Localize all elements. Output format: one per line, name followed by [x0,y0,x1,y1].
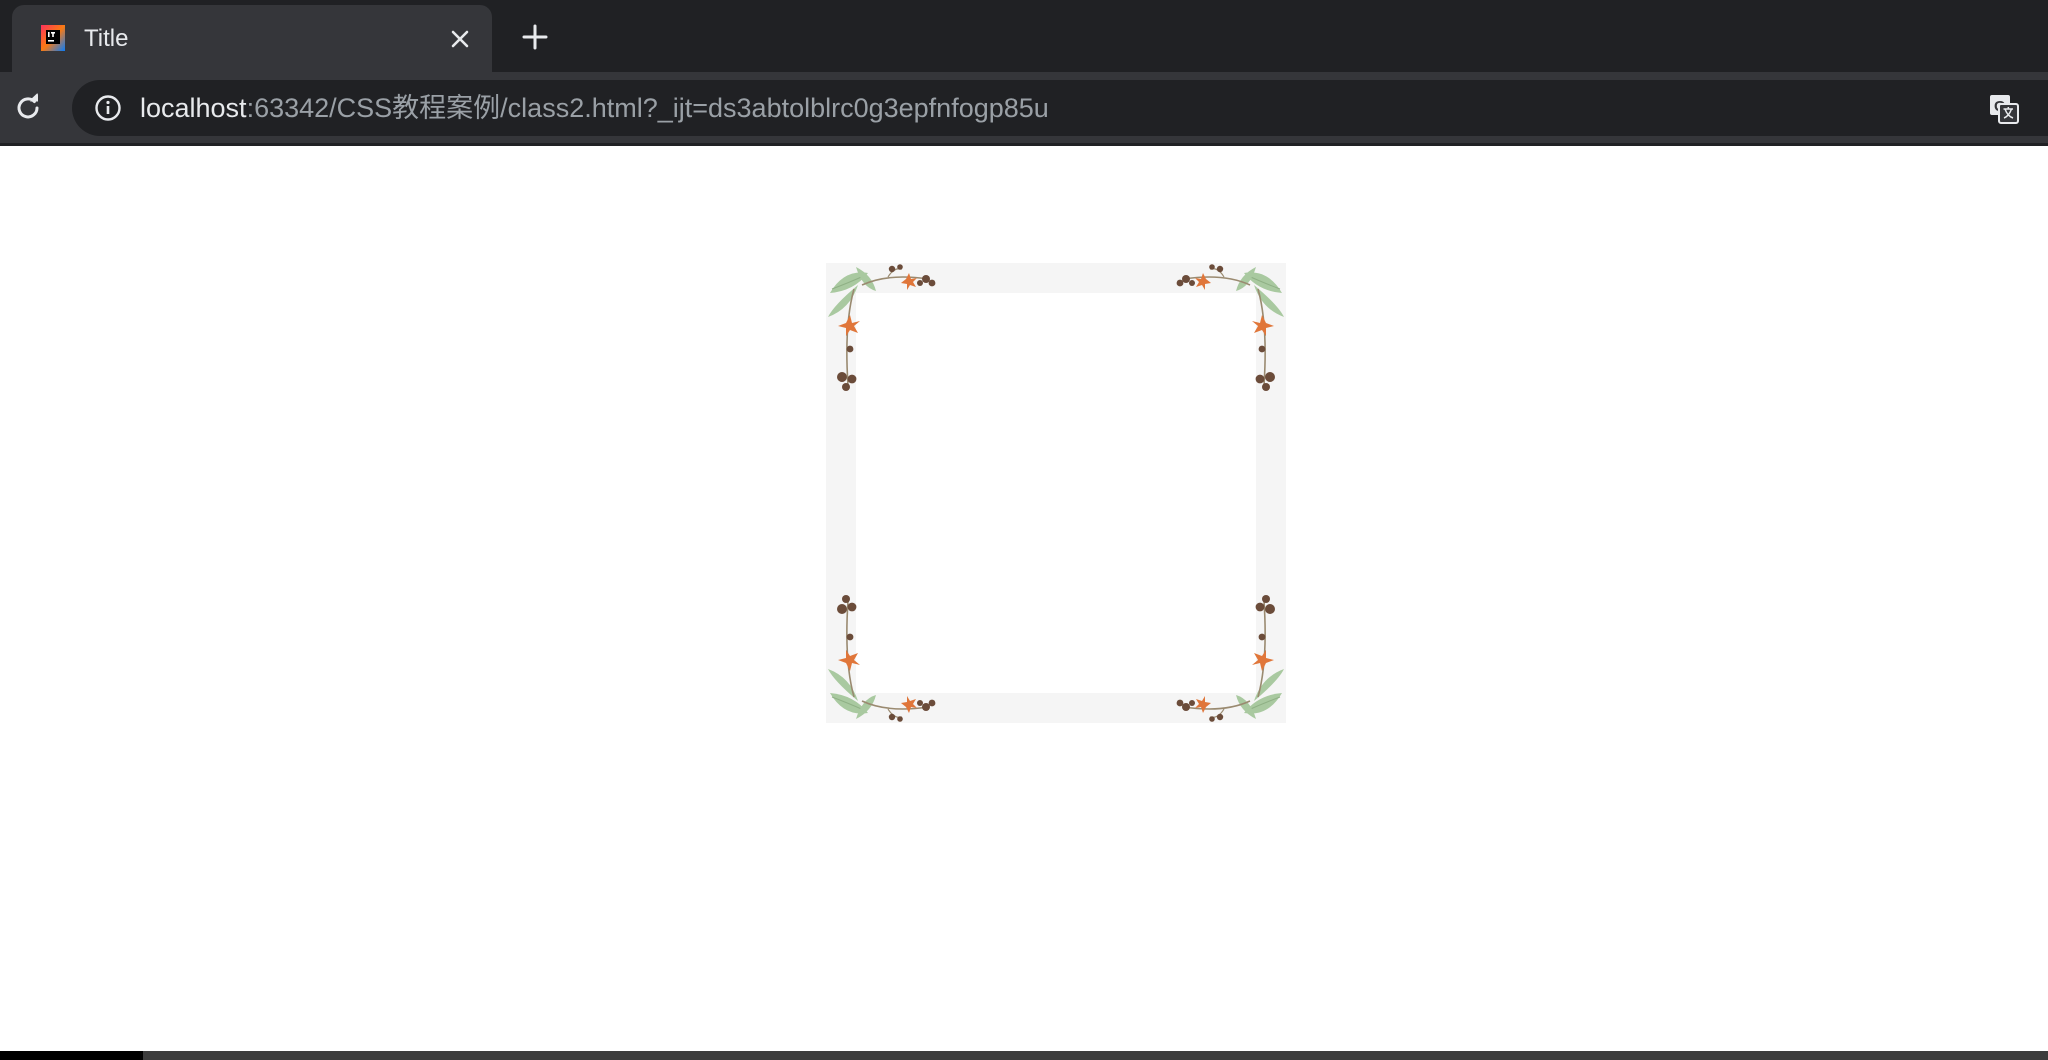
translate-icon[interactable]: G [1988,93,2020,125]
page-viewport [0,146,2048,1050]
close-icon[interactable] [446,25,474,53]
status-bar [0,1051,2048,1060]
tab-strip: Title [0,0,2048,72]
toolbar: localhost:63342/CSS教程案例/class2.html?_ijt… [0,72,2048,144]
floral-border-frame [826,263,1286,723]
tab-active[interactable]: Title [12,5,492,72]
address-bar[interactable]: localhost:63342/CSS教程案例/class2.html?_ijt… [72,80,2048,136]
info-icon[interactable] [94,94,122,122]
intellij-idea-icon [41,25,65,51]
url-host: localhost [140,93,247,123]
plus-icon[interactable] [518,20,552,54]
url-path: :63342/CSS教程案例/class2.html?_ijt=ds3abtol… [246,93,1049,123]
load-progress-bar [0,1051,144,1060]
url-text[interactable]: localhost:63342/CSS教程案例/class2.html?_ijt… [140,93,1049,123]
tab-title: Title [84,25,129,52]
reload-icon[interactable] [12,92,44,124]
browser-window: Title localhost:63342/CSS教程案例/class2.htm… [0,0,2048,1060]
